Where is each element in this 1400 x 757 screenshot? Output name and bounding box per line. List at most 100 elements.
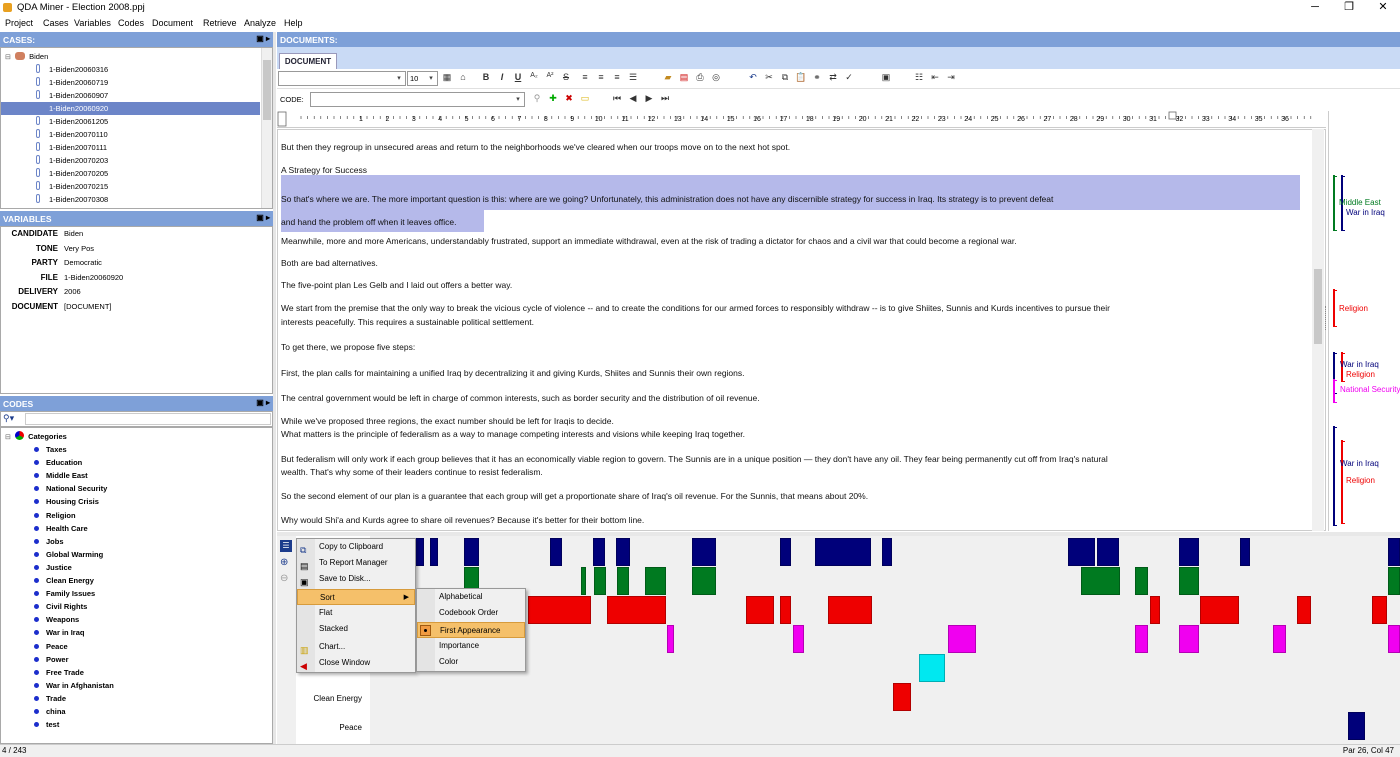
code-occurrence-mark[interactable] [746, 596, 774, 624]
next-icon[interactable]: ▶ [643, 93, 655, 104]
search-icon[interactable]: ⚲▾ [3, 413, 14, 424]
code-occurrence-mark[interactable] [1388, 567, 1400, 595]
font-name-select[interactable]: ▾ [278, 71, 406, 86]
open-folder-icon[interactable]: ▰ [662, 72, 674, 83]
spellcheck-icon[interactable]: ✓ [843, 72, 855, 83]
code-occurrence-mark[interactable] [780, 538, 791, 566]
italic-icon[interactable]: I [496, 72, 508, 82]
superscript-icon[interactable]: A² [544, 72, 556, 79]
last-icon[interactable]: ⏭ [659, 93, 671, 104]
case-item[interactable]: 1-Biden20060920 [1, 102, 260, 115]
code-occurrence-mark[interactable] [1240, 538, 1250, 566]
menu-item-close-window[interactable]: ◀ Close Window [297, 655, 415, 671]
code-occurrence-mark[interactable] [1273, 625, 1286, 653]
cases-scrollbar[interactable] [261, 48, 272, 208]
menu-variables[interactable]: Variables [74, 18, 111, 28]
margin-code-label[interactable]: Middle East [1339, 198, 1381, 207]
code-occurrence-mark[interactable] [919, 654, 945, 682]
undo-icon[interactable]: ↶ [747, 72, 759, 83]
case-item[interactable]: 1-Biden20070203 [1, 154, 260, 167]
margin-code-label[interactable]: National Security [1340, 385, 1400, 394]
case-item[interactable]: 1-Biden20060316 [1, 63, 260, 76]
document-paragraph[interactable]: But then they regroup in unsecured areas… [281, 140, 790, 154]
prev-icon[interactable]: ◀ [627, 93, 639, 104]
code-item[interactable]: War in Afghanistan [34, 679, 114, 692]
margin-code-label[interactable]: War in Iraq [1340, 360, 1379, 369]
code-occurrence-mark[interactable] [1348, 712, 1365, 740]
code-occurrence-mark[interactable] [581, 567, 586, 595]
paint-icon[interactable]: ⌂ [457, 72, 469, 82]
menu-help[interactable]: Help [284, 18, 303, 28]
case-item[interactable]: 1-Biden20070111 [1, 141, 260, 154]
code-item[interactable]: Religion [34, 509, 76, 522]
margin-code-label[interactable]: Religion [1346, 370, 1375, 379]
case-item[interactable]: 1-Biden20061205 [1, 115, 260, 128]
sort-first-appearance[interactable]: First Appearance [417, 622, 525, 638]
margin-bracket[interactable] [1333, 379, 1337, 403]
code-occurrence-mark[interactable] [1388, 538, 1400, 566]
code-occurrence-mark[interactable] [1179, 538, 1199, 566]
case-item[interactable]: 1-Biden20070308 [1, 193, 260, 206]
menu-item-chart[interactable]: ▥ Chart... [297, 639, 415, 655]
document-scrollbar[interactable] [1312, 129, 1324, 531]
panel-splitter[interactable] [273, 32, 276, 744]
code-item[interactable]: Civil Rights [34, 600, 87, 613]
underline-icon[interactable]: U [512, 72, 524, 82]
variable-row[interactable]: DELIVERY 2006 [1, 287, 271, 302]
code-occurrence-mark[interactable] [815, 538, 871, 566]
code-occurrence-mark[interactable] [1179, 625, 1199, 653]
document-paragraph[interactable]: Both are bad alternatives. [281, 256, 378, 270]
indent-marker-icon[interactable] [277, 111, 287, 127]
attach-code-icon[interactable]: ⚲ [531, 93, 543, 104]
align-right-icon[interactable]: ≡ [611, 72, 623, 82]
code-occurrence-mark[interactable] [1200, 596, 1239, 624]
document-paragraph[interactable]: wealth. That's why some of their leaders… [281, 465, 543, 479]
add-code-icon[interactable]: ✚ [547, 93, 559, 104]
variable-row[interactable]: CANDIDATE Biden [1, 229, 271, 244]
code-item[interactable]: Power [34, 653, 69, 666]
code-occurrence-mark[interactable] [430, 538, 438, 566]
menu-codes[interactable]: Codes [118, 18, 144, 28]
collapse-icon[interactable]: ⊟ [5, 54, 11, 61]
document-paragraph[interactable]: But federalism will only work if each gr… [281, 452, 1108, 466]
document-paragraph[interactable]: The central government would be left in … [281, 391, 760, 405]
collapse-icon[interactable]: ⊟ [5, 434, 11, 441]
margin-code-label[interactable]: Religion [1339, 304, 1368, 313]
menu-item-copy-to-clipboard[interactable]: ⧉ Copy to Clipboard [297, 539, 415, 555]
menu-item-flat[interactable]: Flat [297, 605, 415, 621]
margin-code-label[interactable]: War in Iraq [1346, 208, 1385, 217]
code-occurrence-mark[interactable] [667, 625, 674, 653]
case-item[interactable]: 1-Biden20070205 [1, 167, 260, 180]
code-occurrence-mark[interactable] [464, 538, 479, 566]
codes-root[interactable]: ⊟ Categories [5, 430, 67, 443]
code-occurrence-mark[interactable] [616, 538, 630, 566]
code-occurrence-mark[interactable] [1097, 538, 1119, 566]
code-item[interactable]: Peace [34, 640, 68, 653]
cases-root[interactable]: ⊟ Biden [5, 50, 48, 63]
code-item[interactable]: Housing Crisis [34, 495, 99, 508]
code-occurrence-mark[interactable] [1150, 596, 1160, 624]
code-occurrence-mark[interactable] [828, 596, 872, 624]
code-item[interactable]: test [34, 718, 59, 731]
menu-project[interactable]: Project [5, 18, 33, 28]
code-occurrence-mark[interactable] [1388, 625, 1400, 653]
code-item[interactable]: Clean Energy [34, 574, 94, 587]
code-occurrence-mark[interactable] [1135, 625, 1148, 653]
menu-item-sort[interactable]: Sort ▶ [297, 589, 415, 605]
ruler[interactable]: 1 2 3 4 5 6 7 8 9 10 11 12 13 14 15 16 17 18 19 20 21 22 23 24 2… [277, 111, 1326, 128]
maximize-icon[interactable]: ❐ [1332, 0, 1366, 16]
code-occurrence-mark[interactable] [645, 567, 666, 595]
menu-retrieve[interactable]: Retrieve [203, 18, 237, 28]
document-paragraph[interactable]: Why would Shi'a and Kurds agree to share… [281, 513, 644, 527]
margin-resize-handle[interactable] [1325, 306, 1328, 330]
first-icon[interactable]: ⏮ [611, 93, 623, 104]
strikethrough-icon[interactable]: S [560, 72, 572, 82]
sort-importance[interactable]: Importance [417, 638, 525, 654]
code-occurrence-mark[interactable] [692, 567, 716, 595]
paste-icon[interactable]: 📋 [795, 72, 807, 83]
document-paragraph[interactable]: The five-point plan Les Gelb and I laid … [281, 278, 512, 292]
code-occurrence-mark[interactable] [893, 683, 911, 711]
margin-bracket[interactable] [1333, 426, 1337, 526]
cut-icon[interactable]: ✂ [763, 72, 775, 83]
replace-icon[interactable]: ⇄ [827, 72, 839, 83]
